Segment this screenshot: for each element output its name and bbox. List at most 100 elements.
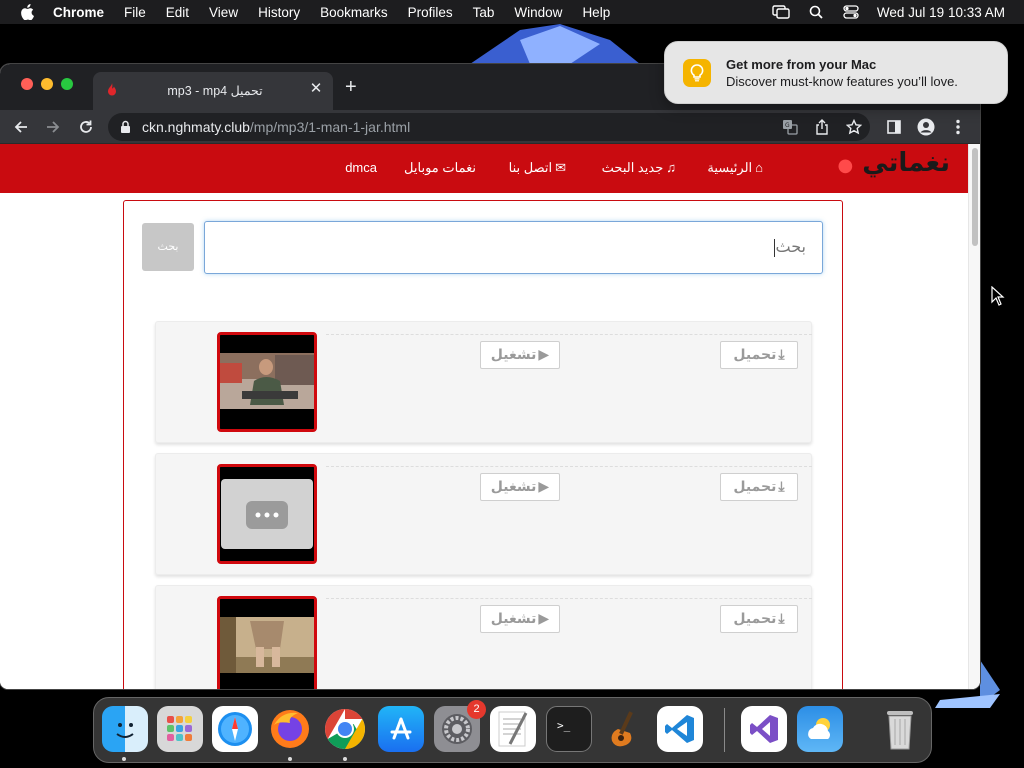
url-host: ckn.nghmaty.club [142,119,250,135]
download-icon: ⤓ [778,347,785,363]
menu-view[interactable]: View [209,5,238,20]
menu-window[interactable]: Window [514,5,562,20]
search-button[interactable]: بحث [142,223,194,271]
play-button[interactable]: ▶تشغيل [480,341,560,369]
vscode-icon[interactable] [657,706,703,752]
back-arrow-icon[interactable] [10,116,32,138]
screen-mirroring-icon[interactable] [772,4,790,20]
share-icon[interactable] [812,117,832,137]
finder-icon[interactable] [102,706,148,752]
new-tab-icon[interactable]: + [345,77,357,97]
settings-update-badge: 2 [467,700,486,719]
translate-icon[interactable]: G [780,117,800,137]
play-button[interactable]: ▶تشغيل [480,605,560,633]
menu-profiles[interactable]: Profiles [408,5,453,20]
download-button[interactable]: ⤓تحميل [720,605,798,633]
download-icon: ⤓ [778,479,785,495]
notification-title: Get more from your Mac [726,57,877,72]
chrome-icon[interactable] [322,706,368,752]
nav-dmca[interactable]: dmca [345,160,377,175]
address-bar[interactable]: ckn.nghmaty.club/mp/mp3/1-man-1-jar.html… [108,113,870,141]
nav-new-searches[interactable]: ♫جديد البحث [602,160,676,176]
textedit-icon[interactable] [490,706,536,752]
bookmark-star-icon[interactable] [844,117,864,137]
weather-icon[interactable] [797,706,843,752]
play-icon: ▶ [538,611,550,627]
scrollbar-thumb[interactable] [972,148,978,246]
search-placeholder: بحث [775,237,807,256]
menu-bar: Chrome File Edit View History Bookmarks … [0,0,1024,24]
minimize-window-button[interactable] [41,78,53,90]
url-path: /mp/mp3/1-man-1-jar.html [249,119,411,135]
forward-arrow-icon[interactable] [42,116,64,138]
trash-icon[interactable] [877,706,923,752]
result-card: ▶تشغيل ⤓تحميل [155,453,812,575]
visual-studio-icon[interactable] [741,706,787,752]
result-thumbnail[interactable] [217,332,317,432]
nav-contact-label: اتصل بنا [508,160,553,175]
menu-bookmarks[interactable]: Bookmarks [320,5,388,20]
nav-mobile-ringtones-label: نغمات موبايل [404,160,476,175]
page-scrollbar[interactable] [968,144,980,689]
result-thumbnail[interactable] [217,464,317,564]
result-thumbnail[interactable] [217,596,317,689]
placeholder-video-thumbnail [220,467,314,561]
menu-clock[interactable]: Wed Jul 19 10:33 AM [877,5,1005,20]
menu-file[interactable]: File [124,5,146,20]
man-sitting-video-thumbnail [220,335,314,429]
profile-avatar-icon[interactable] [915,116,937,138]
firefox-icon[interactable] [267,706,313,752]
more-options-icon[interactable] [947,116,969,138]
nav-home[interactable]: ⌂الرئيسية [707,160,763,176]
url-text[interactable]: ckn.nghmaty.club/mp/mp3/1-man-1-jar.html [142,119,410,135]
site-logo[interactable]: نغماتي ● [838,148,951,178]
browser-toolbar: ckn.nghmaty.club/mp/mp3/1-man-1-jar.html… [0,110,980,144]
notification-banner[interactable]: Get more from your Mac Discover must-kno… [664,41,1008,104]
play-icon: ▶ [538,347,550,363]
safari-icon[interactable] [212,706,258,752]
card-divider [326,334,812,335]
menu-app-name[interactable]: Chrome [53,5,104,20]
play-label: تشغيل [490,479,537,495]
launchpad-icon[interactable] [157,706,203,752]
menu-tab[interactable]: Tab [473,5,495,20]
tab-close-icon[interactable]: ✕ [308,81,324,97]
system-settings-icon[interactable]: 2 [434,700,486,752]
download-button[interactable]: ⤓تحميل [720,473,798,501]
envelope-icon: ✉ [555,160,566,175]
menu-help[interactable]: Help [582,5,610,20]
legs-room-video-thumbnail [220,599,314,689]
svg-text:>_: >_ [557,719,571,732]
dock-separator [724,708,725,752]
lock-icon[interactable] [120,120,131,137]
nav-contact[interactable]: ✉اتصل بنا [509,160,566,176]
notification-body: Discover must-know features you’ll love. [726,74,958,89]
close-window-button[interactable] [21,78,33,90]
apple-menu-icon[interactable] [20,4,34,20]
control-center-icon[interactable] [842,4,860,20]
zoom-window-button[interactable] [61,78,73,90]
tab-active[interactable]: mp3 - mp4 تحميل ✕ [93,72,333,110]
download-icon: ⤓ [778,611,785,627]
music-icon: ♫ [666,160,676,175]
play-icon: ▶ [538,479,550,495]
nav-home-label: الرئيسية [707,160,753,175]
home-icon: ⌂ [755,160,763,175]
app-store-icon[interactable] [378,706,424,752]
spotlight-search-icon[interactable] [807,4,825,20]
svg-text:G: G [785,122,790,129]
play-button[interactable]: ▶تشغيل [480,473,560,501]
menu-edit[interactable]: Edit [166,5,189,20]
terminal-icon[interactable]: >_ [546,706,592,752]
menu-history[interactable]: History [258,5,300,20]
download-button[interactable]: ⤓تحميل [720,341,798,369]
garageband-icon[interactable] [601,706,647,752]
side-panel-icon[interactable] [883,116,905,138]
search-input[interactable]: بحث [204,221,823,274]
reload-icon[interactable] [75,116,97,138]
play-label: تشغيل [490,347,537,363]
card-divider [326,598,812,599]
nav-mobile-ringtones[interactable]: نغمات موبايل [404,160,476,176]
nav-dmca-label: dmca [345,160,377,175]
download-label: تحميل [733,611,777,627]
